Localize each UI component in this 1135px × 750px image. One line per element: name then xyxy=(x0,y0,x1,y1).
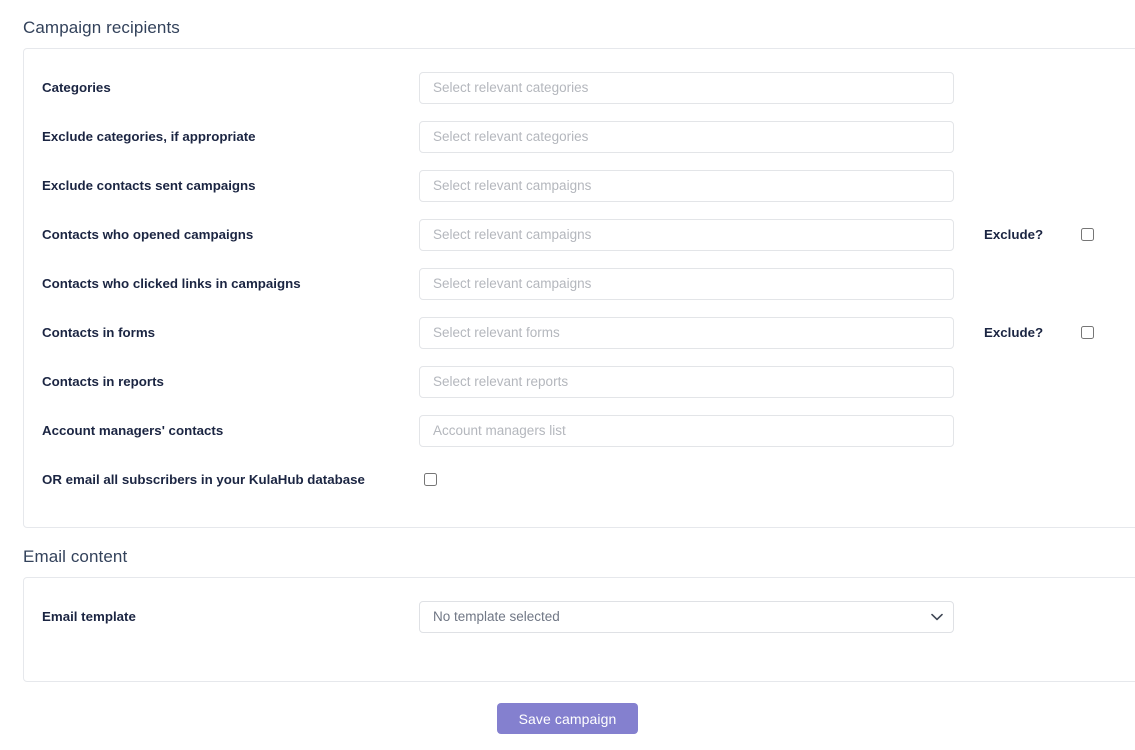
recipient-row: Contacts in forms Exclude? xyxy=(24,308,1135,357)
recipient-row: Contacts in reports xyxy=(24,357,1135,406)
recipient-row: Categories xyxy=(24,63,1135,112)
email-template-select-wrap: No template selected xyxy=(419,600,954,633)
campaign-recipients-card: Categories Exclude categories, if appropr… xyxy=(23,48,1135,528)
recipient-row-input[interactable] xyxy=(419,169,954,202)
recipient-row-input[interactable] xyxy=(419,71,954,104)
email-content-section: Email content xyxy=(0,548,1135,565)
recipient-row-control xyxy=(419,218,954,251)
save-campaign-button[interactable]: Save campaign xyxy=(496,703,639,734)
recipient-row: Contacts who opened campaigns Exclude? xyxy=(24,210,1135,259)
email-content-heading: Email content xyxy=(23,547,128,566)
all-subscribers-checkbox[interactable] xyxy=(424,473,437,486)
recipient-row-control xyxy=(419,71,954,104)
email-template-row: Email template No template selected xyxy=(24,592,1135,641)
recipient-row-control xyxy=(419,473,954,486)
recipient-row-label: Categories xyxy=(42,79,111,95)
recipient-row-control xyxy=(419,267,954,300)
recipient-row-label: Contacts who opened campaigns xyxy=(42,226,254,242)
recipient-row-label: Account managers' contacts xyxy=(42,422,224,438)
recipient-row-control xyxy=(419,316,954,349)
email-template-select[interactable]: No template selected xyxy=(419,600,954,633)
exclude-cluster: Exclude? xyxy=(984,227,1095,242)
recipient-row: Contacts who clicked links in campaigns xyxy=(24,259,1135,308)
recipient-row: OR email all subscribers in your KulaHub… xyxy=(24,455,1135,504)
recipient-row-input[interactable] xyxy=(419,365,954,398)
recipient-row-input[interactable] xyxy=(419,414,954,447)
recipient-rows: Categories Exclude categories, if appropr… xyxy=(24,49,1135,504)
email-template-label: Email template xyxy=(42,608,136,624)
recipient-row-control xyxy=(419,120,954,153)
recipient-row-label: Contacts in forms xyxy=(42,324,156,340)
recipient-row-input[interactable] xyxy=(419,267,954,300)
exclude-label: Exclude? xyxy=(984,227,1044,242)
recipient-row: Account managers' contacts xyxy=(24,406,1135,455)
recipient-row: Exclude categories, if appropriate xyxy=(24,112,1135,161)
campaign-recipients-section: Campaign recipients xyxy=(0,19,1135,36)
campaign-recipients-heading: Campaign recipients xyxy=(23,18,180,37)
exclude-checkbox[interactable] xyxy=(1081,326,1095,339)
recipient-row: Exclude contacts sent campaigns xyxy=(24,161,1135,210)
recipient-row-label: OR email all subscribers in your KulaHub… xyxy=(42,471,365,487)
all-subscribers-checkbox-slot xyxy=(419,473,954,486)
recipient-row-input[interactable] xyxy=(419,120,954,153)
recipient-row-input[interactable] xyxy=(419,218,954,251)
recipient-row-control xyxy=(419,414,954,447)
email-template-control: No template selected xyxy=(419,600,954,633)
recipient-row-input[interactable] xyxy=(419,316,954,349)
recipient-row-label: Contacts in reports xyxy=(42,373,164,389)
recipient-row-label: Exclude categories, if appropriate xyxy=(42,128,256,144)
exclude-label: Exclude? xyxy=(984,325,1044,340)
campaign-editor-page: Campaign recipients Categories Exclude ca… xyxy=(0,0,1135,750)
recipient-row-control xyxy=(419,365,954,398)
form-footer: Save campaign xyxy=(0,703,1135,734)
exclude-cluster: Exclude? xyxy=(984,325,1095,340)
email-content-card: Email template No template selected xyxy=(23,577,1135,682)
recipient-row-label: Contacts who clicked links in campaigns xyxy=(42,275,301,291)
recipient-row-label: Exclude contacts sent campaigns xyxy=(42,177,256,193)
recipient-row-control xyxy=(419,169,954,202)
exclude-checkbox[interactable] xyxy=(1081,228,1095,241)
